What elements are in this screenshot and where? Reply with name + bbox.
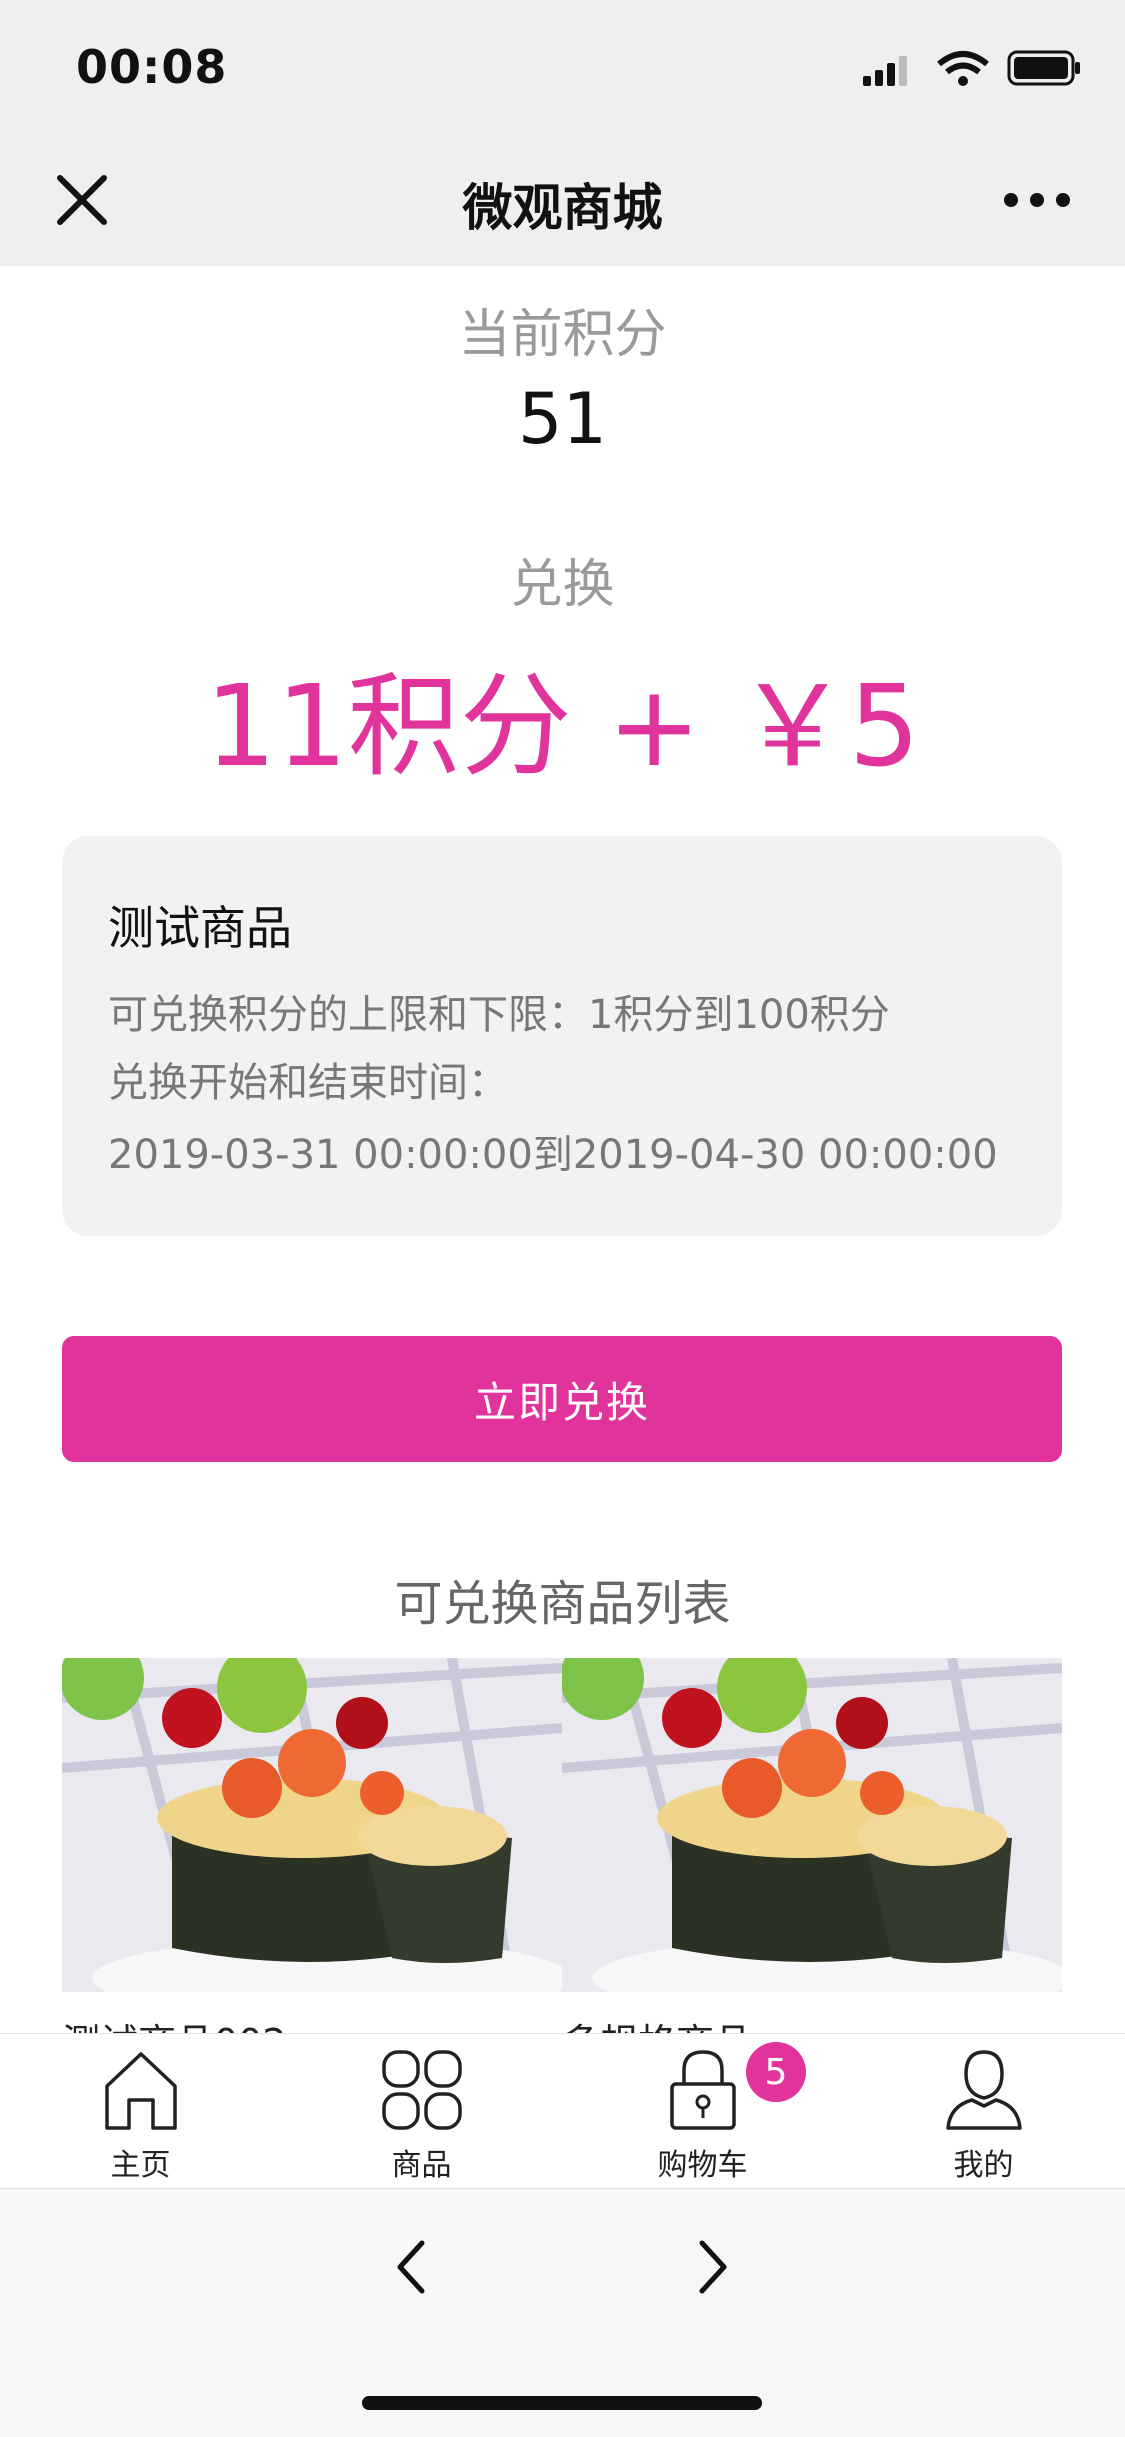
- tab-mine[interactable]: 我的: [843, 2034, 1124, 2188]
- points-limit-text: 可兑换积分的上限和下限：1积分到100积分: [108, 992, 890, 1038]
- tab-products[interactable]: 商品: [281, 2034, 562, 2188]
- product-name[interactable]: 多规格商品: [562, 2012, 752, 2033]
- status-icons: [863, 48, 1083, 88]
- product-info-card: 测试商品 可兑换积分的上限和下限：1积分到100积分 兑换开始和结束时间： 20…: [62, 836, 1062, 1236]
- tab-home[interactable]: 主页: [0, 2034, 281, 2188]
- product-title: 测试商品: [108, 901, 292, 955]
- tab-home-label: 主页: [110, 2148, 171, 2183]
- product-list-title: 可兑换商品列表: [394, 1576, 731, 1632]
- exchange-price: 11积分 + ￥5: [205, 662, 920, 792]
- home-icon: [104, 2052, 177, 2130]
- back-arrow-icon[interactable]: [392, 2237, 432, 2297]
- points-value: 51: [517, 378, 608, 460]
- user-icon: [945, 2050, 1022, 2130]
- grid-icon: [381, 2050, 462, 2130]
- exchange-time-range: 2019-03-31 00:00:00到2019-04-30 00:00:00: [108, 1132, 998, 1178]
- signal-wifi-battery-icon: [863, 50, 1080, 86]
- tab-bar: 主页 商品 购物车 我的: [0, 2033, 1125, 2188]
- exchange-time-label: 兑换开始和结束时间：: [108, 1060, 508, 1106]
- tab-cart-label: 购物车: [657, 2148, 748, 2183]
- lock-icon: [669, 2050, 736, 2130]
- product-name[interactable]: 测试商品002: [62, 2012, 287, 2033]
- cart-count-badge: 5: [746, 2042, 806, 2102]
- page-content[interactable]: 当前积分 51 兑换 11积分 + ￥5 测试商品 可兑换积分的上限和下限：1积…: [0, 266, 1125, 2033]
- page-title: 微观商城: [462, 179, 663, 237]
- product-image[interactable]: [62, 1658, 562, 1992]
- points-label: 当前积分: [458, 305, 667, 365]
- status-time: 00:08: [76, 40, 228, 94]
- home-indicator[interactable]: [362, 2396, 762, 2410]
- forward-arrow-icon[interactable]: [692, 2237, 732, 2297]
- exchange-label: 兑换: [510, 555, 615, 615]
- status-bar: 00:08: [0, 0, 1125, 132]
- tab-mine-label: 我的: [953, 2148, 1014, 2183]
- product-image[interactable]: [562, 1658, 1062, 1992]
- more-icon[interactable]: [1001, 190, 1073, 210]
- redeem-now-button[interactable]: 立即兑换: [62, 1336, 1062, 1462]
- nav-bar: 微观商城: [0, 132, 1125, 267]
- tab-products-label: 商品: [391, 2148, 452, 2183]
